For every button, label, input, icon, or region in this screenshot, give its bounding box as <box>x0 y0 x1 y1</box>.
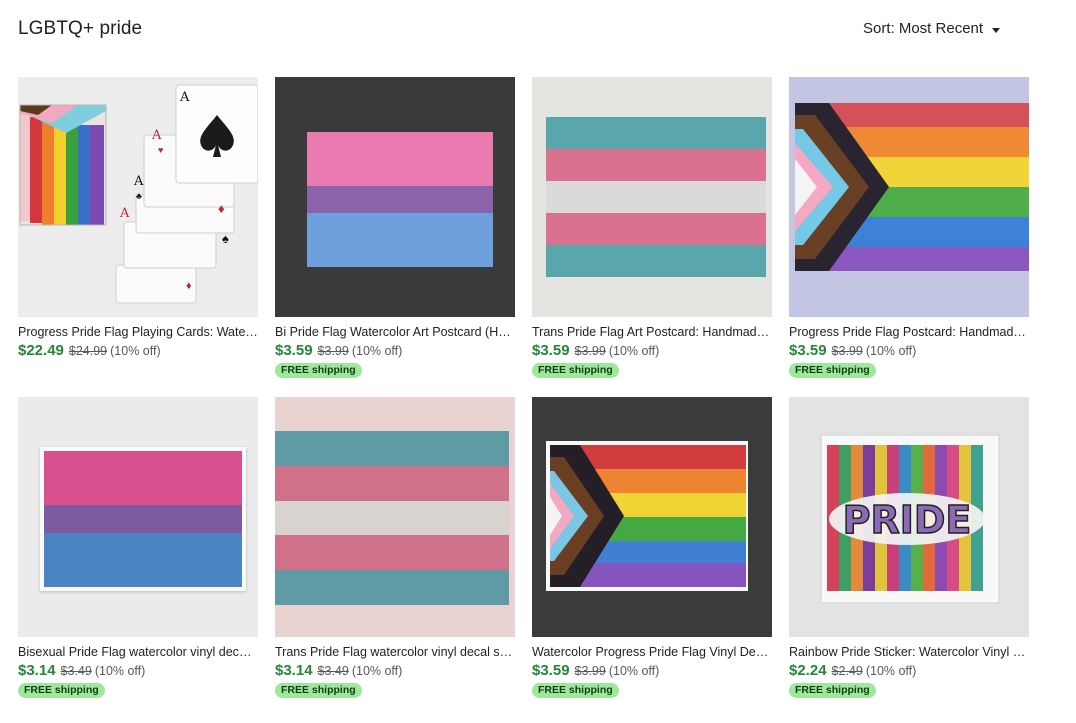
listing-image[interactable] <box>275 397 515 637</box>
page-title: LGBTQ+ pride <box>18 18 143 39</box>
listing-card[interactable]: Bisexual Pride Flag watercolor vinyl dec… <box>18 397 258 717</box>
listing-card[interactable]: Trans Pride Flag Art Postcard: Handmade … <box>532 77 772 397</box>
listing-prices: $3.14 $3.49 (10% off) <box>18 662 258 680</box>
listing-prices: $3.59 $3.99 (10% off) <box>789 342 1029 360</box>
chevron-down-icon <box>992 27 1001 33</box>
listing-prices: $3.59 $3.99 (10% off) <box>275 342 515 360</box>
discount-label: (10% off) <box>865 664 917 678</box>
listing-prices: $3.59 $3.99 (10% off) <box>532 662 772 680</box>
svg-text:A: A <box>179 90 190 105</box>
original-price: $3.49 <box>317 664 349 678</box>
original-price: $3.99 <box>317 344 349 358</box>
listing-image[interactable]: A A A A ♥ ♣ ♠ ♦ ♦ <box>18 77 258 317</box>
bi-flag-image <box>44 451 242 588</box>
listing-title[interactable]: Trans Pride Flag watercolor vinyl decal … <box>275 645 515 660</box>
progress-flag-image <box>789 77 1029 317</box>
free-shipping-badge: FREE shipping <box>275 683 362 698</box>
trans-flag-image <box>275 431 509 605</box>
listing-image[interactable] <box>532 77 772 317</box>
discount-label: (10% off) <box>351 664 403 678</box>
listing-prices: $2.24 $2.49 (10% off) <box>789 662 1029 680</box>
sale-price: $3.59 <box>532 342 570 359</box>
listing-image[interactable] <box>789 77 1029 317</box>
listing-image[interactable] <box>532 397 772 637</box>
svg-text:A: A <box>133 174 144 189</box>
listing-image[interactable] <box>275 77 515 317</box>
listing-grid: A A A A ♥ ♣ ♠ ♦ ♦ Progress Pride Flag Pl… <box>18 77 1029 717</box>
listing-card[interactable]: Bi Pride Flag Watercolor Art Postcard (H… <box>275 77 515 397</box>
listing-card[interactable]: Watercolor Progress Pride Flag Vinyl Dec… <box>532 397 772 717</box>
original-price: $3.99 <box>574 664 606 678</box>
original-price: $3.49 <box>60 664 92 678</box>
sort-label: Sort: Most Recent <box>863 20 984 37</box>
original-price: $3.99 <box>574 344 606 358</box>
svg-text:A: A <box>151 128 162 143</box>
discount-label: (10% off) <box>351 344 403 358</box>
svg-text:♣: ♣ <box>136 191 142 201</box>
sale-price: $3.14 <box>275 662 313 679</box>
rainbow-sticker-image: PRIDE <box>789 397 1029 637</box>
free-shipping-badge: FREE shipping <box>789 683 876 698</box>
listing-prices: $3.59 $3.99 (10% off) <box>532 342 772 360</box>
progress-flag-image <box>532 397 772 637</box>
discount-label: (10% off) <box>865 344 917 358</box>
listing-card[interactable]: Progress Pride Flag Postcard: Handmade W… <box>789 77 1029 397</box>
listing-title[interactable]: Bi Pride Flag Watercolor Art Postcard (H… <box>275 325 515 340</box>
sale-price: $2.24 <box>789 662 827 679</box>
discount-label: (10% off) <box>608 344 660 358</box>
listing-card[interactable]: Trans Pride Flag watercolor vinyl decal … <box>275 397 515 717</box>
listing-card[interactable]: A A A A ♥ ♣ ♠ ♦ ♦ Progress Pride Flag Pl… <box>18 77 258 397</box>
discount-label: (10% off) <box>608 664 660 678</box>
listing-title[interactable]: Bisexual Pride Flag watercolor vinyl dec… <box>18 645 258 660</box>
listing-title[interactable]: Progress Pride Flag Postcard: Handmade W… <box>789 325 1029 340</box>
listing-image[interactable] <box>18 397 258 637</box>
listing-card[interactable]: PRIDE Rainbow Pride Sticker: Watercolor … <box>789 397 1029 717</box>
svg-text:♠: ♠ <box>222 231 229 246</box>
svg-text:PRIDE: PRIDE <box>843 498 972 542</box>
original-price: $24.99 <box>68 344 108 358</box>
sale-price: $3.59 <box>532 662 570 679</box>
free-shipping-badge: FREE shipping <box>275 363 362 378</box>
listing-title[interactable]: Trans Pride Flag Art Postcard: Handmade … <box>532 325 772 340</box>
free-shipping-badge: FREE shipping <box>18 683 105 698</box>
sale-price: $3.59 <box>789 342 827 359</box>
listing-image[interactable]: PRIDE <box>789 397 1029 637</box>
sale-price: $22.49 <box>18 342 64 359</box>
trans-flag-image <box>546 117 766 277</box>
listing-title[interactable]: Rainbow Pride Sticker: Watercolor Vinyl … <box>789 645 1029 660</box>
playing-cards-image: A A A A ♥ ♣ ♠ ♦ ♦ <box>18 77 258 317</box>
svg-text:♦: ♦ <box>186 280 192 292</box>
sale-price: $3.59 <box>275 342 313 359</box>
free-shipping-badge: FREE shipping <box>532 683 619 698</box>
card-deck <box>19 104 107 226</box>
discount-label: (10% off) <box>110 344 161 358</box>
svg-text:A: A <box>119 206 130 221</box>
free-shipping-badge: FREE shipping <box>532 363 619 378</box>
listing-title[interactable]: Watercolor Progress Pride Flag Vinyl Dec… <box>532 645 772 660</box>
sale-price: $3.14 <box>18 662 56 679</box>
listing-title[interactable]: Progress Pride Flag Playing Cards: Water… <box>18 325 258 340</box>
free-shipping-badge: FREE shipping <box>789 363 876 378</box>
svg-text:♥: ♥ <box>158 145 163 155</box>
svg-text:♦: ♦ <box>218 201 225 216</box>
listing-prices: $22.49 $24.99 (10% off) <box>18 342 258 360</box>
original-price: $2.49 <box>831 664 863 678</box>
original-price: $3.99 <box>831 344 863 358</box>
sort-dropdown[interactable]: Sort: Most Recent <box>863 20 1001 37</box>
discount-label: (10% off) <box>94 664 146 678</box>
listing-prices: $3.14 $3.49 (10% off) <box>275 662 515 680</box>
bi-flag-image <box>307 132 493 267</box>
